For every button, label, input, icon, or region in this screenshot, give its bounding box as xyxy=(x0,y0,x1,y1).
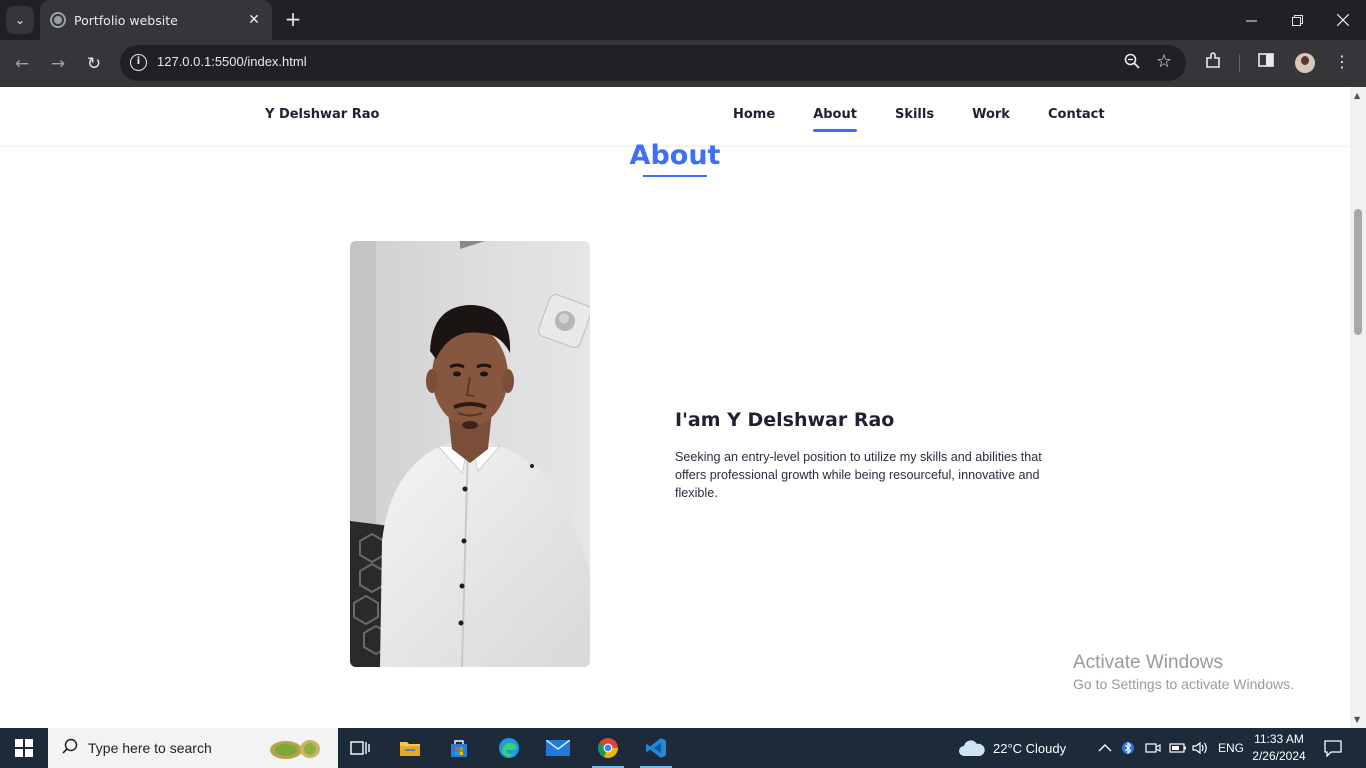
activate-windows-subtitle: Go to Settings to activate Windows. xyxy=(1073,676,1294,692)
browser-tab[interactable]: Portfolio website ✕ xyxy=(40,0,272,40)
close-tab-icon[interactable]: ✕ xyxy=(246,12,262,28)
battery-icon[interactable] xyxy=(1169,728,1187,768)
meet-now-icon[interactable] xyxy=(1145,728,1161,768)
vscode-icon xyxy=(646,738,666,758)
microsoft-store-icon xyxy=(451,740,467,757)
address-bar[interactable]: i 127.0.0.1:5500/index.html ☆ xyxy=(120,45,1186,81)
tab-search-button[interactable]: ⌄ xyxy=(6,6,34,34)
nav-about[interactable]: About xyxy=(813,107,857,132)
scrollbar-thumb[interactable] xyxy=(1354,209,1362,335)
profile-photo xyxy=(350,241,590,667)
forward-button[interactable]: → xyxy=(44,50,72,78)
search-placeholder: Type here to search xyxy=(88,740,212,756)
about-description: Seeking an entry-level position to utili… xyxy=(675,450,1042,500)
reload-button[interactable]: ↻ xyxy=(80,50,108,78)
chrome-button[interactable] xyxy=(584,728,632,768)
title-underline xyxy=(643,175,707,177)
close-window-button[interactable] xyxy=(1320,0,1366,40)
language-indicator[interactable]: ENG xyxy=(1218,728,1244,768)
windows-logo-icon xyxy=(15,739,33,757)
system-clock[interactable]: 11:33 AM 2/26/2024 xyxy=(1246,731,1312,765)
profile-avatar[interactable] xyxy=(1295,53,1315,73)
back-button[interactable]: ← xyxy=(8,50,36,78)
new-tab-button[interactable]: + xyxy=(282,8,304,30)
site-logo[interactable]: Y Delshwar Rao xyxy=(265,107,379,122)
weather-widget[interactable]: 22°C Cloudy xyxy=(958,728,1066,768)
weather-text: 22°C Cloudy xyxy=(993,740,1067,756)
close-icon xyxy=(1337,14,1349,26)
nav-contact[interactable]: Contact xyxy=(1048,107,1105,122)
edge-button[interactable] xyxy=(485,728,533,768)
chevron-down-icon: ⌄ xyxy=(14,13,26,27)
file-explorer-button[interactable] xyxy=(386,728,434,768)
chrome-icon xyxy=(598,738,618,758)
taskbar-search[interactable]: Type here to search xyxy=(48,728,338,768)
notification-icon[interactable] xyxy=(1323,728,1343,768)
site-nav: Home About Skills Work Contact xyxy=(733,107,1143,132)
nav-skills[interactable]: Skills xyxy=(895,107,934,122)
start-button[interactable] xyxy=(0,728,48,768)
site-info-icon[interactable]: i xyxy=(130,54,147,71)
scroll-up-icon[interactable]: ▲ xyxy=(1354,91,1360,100)
cloud-icon xyxy=(959,740,985,756)
minimize-icon xyxy=(1245,20,1257,21)
site-header: Y Delshwar Rao Home About Skills Work Co… xyxy=(0,87,1350,145)
bookmark-star-icon[interactable]: ☆ xyxy=(1156,51,1172,72)
toolbar-divider xyxy=(1239,54,1240,72)
vscode-button[interactable] xyxy=(632,728,680,768)
browser-tabstrip: ⌄ Portfolio website ✕ + xyxy=(0,0,1366,40)
arrow-right-icon: → xyxy=(50,54,66,74)
globe-icon xyxy=(50,12,66,28)
task-view-button[interactable] xyxy=(336,728,384,768)
section-title: About xyxy=(629,140,721,171)
clock-date: 2/26/2024 xyxy=(1252,749,1306,763)
windows-taskbar: Type here to search 22°C Cloudy ENG 11:3… xyxy=(0,728,1366,768)
activate-windows-title: Activate Windows xyxy=(1073,652,1223,673)
zoom-icon[interactable] xyxy=(1124,53,1140,73)
url-text[interactable]: 127.0.0.1:5500/index.html xyxy=(157,54,307,69)
nav-home[interactable]: Home xyxy=(733,107,775,122)
about-heading: I'am Y Delshwar Rao xyxy=(675,409,895,431)
chevron-up-icon[interactable] xyxy=(1098,728,1112,768)
side-panel-icon[interactable] xyxy=(1255,52,1277,72)
microsoft-store-button[interactable] xyxy=(435,728,483,768)
task-view-icon xyxy=(350,741,370,755)
extensions-icon[interactable] xyxy=(1202,52,1224,74)
clock-time: 11:33 AM xyxy=(1254,732,1304,746)
page-scrollbar[interactable]: ▲ ▼ xyxy=(1350,87,1366,728)
mail-icon xyxy=(546,740,570,756)
search-highlight-image xyxy=(270,740,320,759)
scroll-down-icon[interactable]: ▼ xyxy=(1354,715,1360,724)
volume-icon[interactable] xyxy=(1192,728,1210,768)
reload-icon: ↻ xyxy=(86,54,102,74)
mail-button[interactable] xyxy=(534,728,582,768)
nav-work[interactable]: Work xyxy=(972,107,1010,122)
more-menu-icon[interactable]: ⋮ xyxy=(1331,52,1353,71)
arrow-left-icon: ← xyxy=(14,54,30,74)
webpage: Y Delshwar Rao Home About Skills Work Co… xyxy=(0,87,1350,728)
restore-button[interactable] xyxy=(1274,0,1320,40)
bluetooth-icon[interactable] xyxy=(1122,728,1134,768)
edge-icon xyxy=(499,738,519,758)
minimize-button[interactable] xyxy=(1228,0,1274,40)
browser-toolbar: ← → ↻ i 127.0.0.1:5500/index.html ☆ ⋮ xyxy=(0,40,1366,87)
file-explorer-icon xyxy=(400,742,420,756)
search-icon xyxy=(62,738,78,758)
tab-title: Portfolio website xyxy=(74,12,178,28)
restore-icon xyxy=(1291,14,1303,26)
